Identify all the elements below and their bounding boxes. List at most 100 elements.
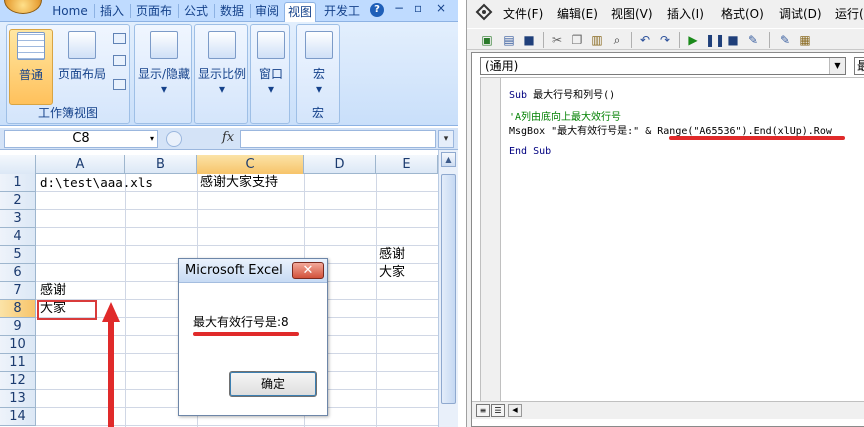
name-box[interactable]: C8 [4,130,158,148]
chevron-down-icon: ▾ [315,82,323,96]
cell-c1[interactable]: 感谢大家支持 [197,174,278,192]
row-header[interactable]: 11 [0,354,36,372]
redo-icon[interactable]: ↷ [657,32,673,48]
show-hide-group: 显示/隐藏 ▾ [134,24,192,124]
project-explorer-icon[interactable]: ✎ [777,32,793,48]
row-header[interactable]: 7 [0,282,36,300]
menu-run[interactable]: 运行( [835,5,864,22]
workbook-views-group: 普通 页面布局 工作簿视图 [6,24,130,124]
insert-module-icon[interactable]: ▤ [501,32,517,48]
page-layout-icon [68,31,96,59]
macros-button[interactable]: 宏 ▾ [301,29,337,96]
cell-e5[interactable]: 感谢 [376,246,405,264]
formula-input[interactable] [240,130,436,148]
ribbon-body: 普通 页面布局 工作簿视图 显示/隐藏 ▾ 显示比例 ▾ 窗口 ▾ 宏 ▾ 宏 [0,22,458,126]
column-header-b[interactable]: B [125,155,197,174]
cut-icon[interactable]: ✂ [549,32,565,48]
message-text: 最大有效行号是:8 [193,315,289,329]
restore-icon[interactable]: ▫ [414,1,422,15]
close-button[interactable]: ✕ [292,262,324,279]
cell-a7[interactable]: 感谢 [37,282,66,300]
menu-edit[interactable]: 编辑(E) [557,5,598,22]
row-header[interactable]: 1 [0,174,36,192]
normal-view-button[interactable]: 普通 [9,29,53,105]
menu-view[interactable]: 视图(V) [611,5,653,22]
gridline [36,209,438,210]
cell-e6[interactable]: 大家 [376,264,405,282]
row-header[interactable]: 2 [0,192,36,210]
help-icon[interactable]: ? [370,3,384,17]
tab-insert[interactable]: 插入 [96,2,128,22]
window-button[interactable]: 窗口 ▾ [253,29,289,96]
row-header[interactable]: 9 [0,318,36,336]
vba-logo-icon[interactable] [475,3,493,21]
tab-review[interactable]: 审阅 [252,2,282,22]
expand-formula-bar-icon[interactable]: ▾ [438,130,454,148]
row-header[interactable]: 13 [0,390,36,408]
tab-data[interactable]: 数据 [216,2,248,22]
chevron-down-icon[interactable]: ▼ [829,58,845,74]
minimize-icon[interactable]: − [394,1,404,15]
row-header[interactable]: 3 [0,210,36,228]
save-icon[interactable]: ■ [521,32,537,48]
column-header-c[interactable]: C [197,155,304,174]
menu-format[interactable]: 格式(O) [721,5,764,22]
menu-insert[interactable]: 插入(I) [667,5,704,22]
close-icon[interactable]: × [436,1,446,15]
run-icon[interactable]: ▶ [685,32,701,48]
row-header[interactable]: 10 [0,336,36,354]
full-module-view-icon[interactable]: ☰ [491,404,505,417]
code-line-end-sub: End Sub [509,146,552,157]
menu-file[interactable]: 文件(F) [503,5,543,22]
column-header-a[interactable]: A [36,155,125,174]
full-screen-icon[interactable] [113,79,126,90]
scroll-left-icon[interactable]: ◀ [508,404,522,417]
vertical-scrollbar[interactable]: ▲ [438,150,458,427]
scroll-up-icon[interactable]: ▲ [441,152,456,167]
scroll-thumb[interactable] [441,174,456,404]
procedure-combo[interactable]: 最 [854,57,864,75]
find-icon[interactable]: ⌕ [609,32,625,48]
row-header[interactable]: 5 [0,246,36,264]
row-header[interactable]: 6 [0,264,36,282]
tab-developer[interactable]: 开发工 [320,2,364,22]
properties-icon[interactable]: ▦ [797,32,813,48]
menu-debug[interactable]: 调试(D) [779,5,822,22]
cell-a1[interactable]: d:\test\aaa.xls [37,174,153,192]
design-mode-icon[interactable]: ✎ [745,32,761,48]
row-header[interactable]: 8 [0,300,36,318]
insert-function-icon[interactable]: fx [222,130,234,145]
office-button[interactable] [4,0,42,14]
zoom-button[interactable]: 显示比例 ▾ [196,29,248,96]
stop-icon[interactable]: ■ [725,32,741,48]
object-combo[interactable]: (通用) ▼ [480,57,846,75]
column-headers: A B C D E [0,155,438,174]
page-layout-view-button[interactable]: 页面布局 [55,29,109,82]
tab-home[interactable]: Home [48,2,92,22]
paste-icon[interactable]: ▥ [589,32,605,48]
column-header-e[interactable]: E [376,155,438,174]
column-header-d[interactable]: D [304,155,376,174]
view-excel-icon[interactable]: ▣ [479,32,495,48]
copy-icon[interactable]: ❐ [569,32,585,48]
tab-page-layout[interactable]: 页面布 [132,2,176,22]
ribbon-tab-bar: Home 插入 页面布 公式 数据 审阅 视图 开发工 ? − ▫ × [0,0,458,22]
keyword-sub: Sub [509,90,528,101]
procedure-view-icon[interactable]: ≡ [476,404,490,417]
page-break-preview-icon[interactable] [113,33,126,44]
row-header[interactable]: 14 [0,408,36,426]
horizontal-scrollbar[interactable]: ≡ ☰ ◀ [472,401,864,419]
custom-views-icon[interactable] [113,55,126,66]
chevron-down-icon[interactable]: ▾ [150,134,154,143]
row-header[interactable]: 4 [0,228,36,246]
row-header[interactable]: 12 [0,372,36,390]
undo-icon[interactable]: ↶ [637,32,653,48]
code-editor[interactable]: Sub 最大行号和列号() 'A列由底向上最大效行号 MsgBox "最大有效行… [480,77,864,403]
ok-button[interactable]: 确定 [229,371,317,397]
show-hide-button[interactable]: 显示/隐藏 ▾ [137,29,191,96]
select-all-button[interactable] [0,155,36,174]
formula-expand-circle [166,131,182,147]
tab-view[interactable]: 视图 [284,2,316,22]
tab-formulas[interactable]: 公式 [180,2,212,22]
pause-icon[interactable]: ❚❚ [705,32,725,48]
